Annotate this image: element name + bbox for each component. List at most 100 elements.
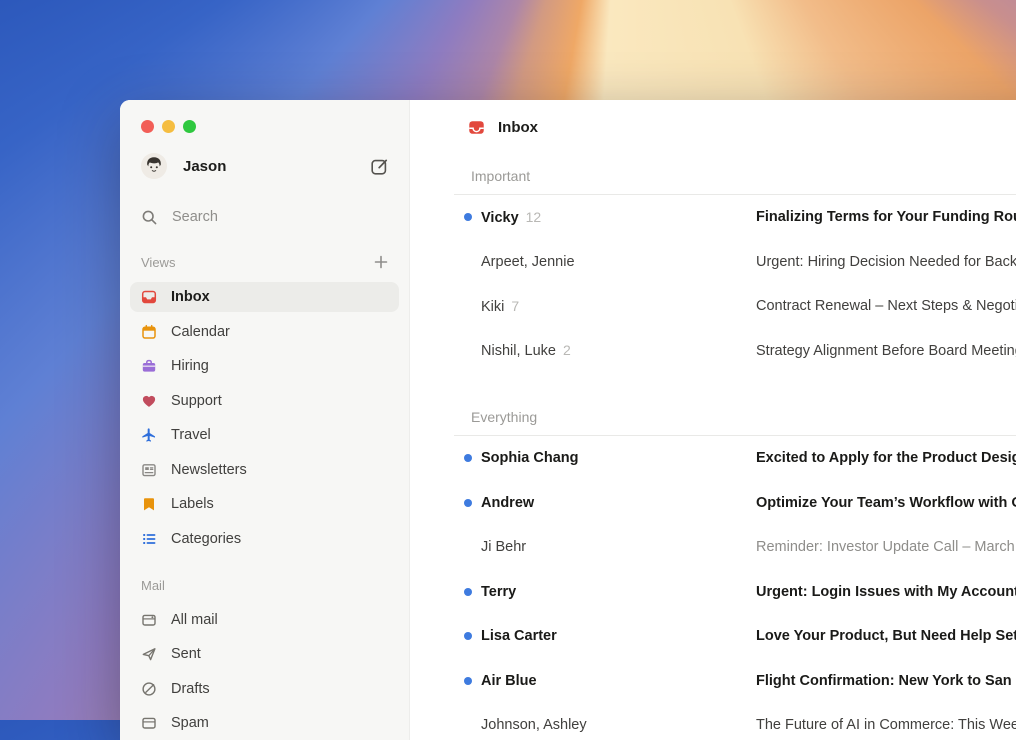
sidebar-item-label: Newsletters	[171, 462, 247, 478]
sidebar-item-label: Hiring	[171, 358, 209, 374]
sidebar-item-all-mail[interactable]: All mail	[130, 605, 399, 635]
email-row[interactable]: Ji Behr Reminder: Investor Update Call –…	[454, 525, 1016, 570]
views-list: Inbox Calendar Hiring	[120, 282, 409, 554]
bookmark-icon	[141, 496, 157, 512]
sidebar-item-label: Categories	[171, 531, 241, 547]
unread-dot-icon	[464, 213, 472, 221]
thread-count: 2	[563, 342, 571, 358]
email-row[interactable]: Kiki7 Contract Renewal – Next Steps & Ne…	[454, 284, 1016, 329]
section-label-important: Important	[471, 166, 1016, 186]
email-sender: Lisa Carter	[481, 628, 756, 644]
unread-dot-icon	[464, 677, 472, 685]
sidebar-item-calendar[interactable]: Calendar	[130, 317, 399, 347]
email-row[interactable]: Arpeet, Jennie Urgent: Hiring Decision N…	[454, 240, 1016, 285]
email-subject: Urgent: Login Issues with My Account	[756, 584, 1016, 600]
sidebar-item-hiring[interactable]: Hiring	[130, 351, 399, 381]
email-sender: Arpeet, Jennie	[481, 254, 756, 270]
email-sender: Ji Behr	[481, 539, 756, 555]
unread-dot-icon	[464, 588, 472, 596]
window-controls	[141, 120, 409, 133]
email-sender: Air Blue	[481, 673, 756, 689]
mail-list: All mail Sent Drafts	[120, 605, 409, 739]
email-row[interactable]: Air Blue Flight Confirmation: New York t…	[454, 659, 1016, 704]
sidebar-item-label: Drafts	[171, 681, 210, 697]
sidebar-item-drafts[interactable]: Drafts	[130, 674, 399, 704]
close-window-button[interactable]	[141, 120, 154, 133]
email-subject: Flight Confirmation: New York to San Fra…	[756, 673, 1016, 689]
avatar-face-icon	[141, 153, 167, 179]
page-title: Inbox	[498, 119, 538, 136]
account-name: Jason	[183, 158, 370, 175]
search-icon	[141, 209, 158, 226]
views-section-header: Views	[141, 252, 389, 272]
unread-dot-icon	[464, 499, 472, 507]
inbox-icon	[141, 289, 157, 305]
sidebar-item-label: Inbox	[171, 289, 210, 305]
paper-plane-icon	[141, 646, 157, 662]
heart-icon	[141, 393, 157, 409]
briefcase-icon	[141, 358, 157, 374]
unread-dot-icon	[464, 454, 472, 462]
unread-dot-icon	[464, 632, 472, 640]
minimize-window-button[interactable]	[162, 120, 175, 133]
email-sender: Terry	[481, 584, 756, 600]
mail-list-pane: Inbox Important Vicky12 Finalizing Terms…	[410, 100, 1016, 740]
email-subject: Reminder: Investor Update Call – March	[756, 539, 1016, 555]
sidebar-item-label: All mail	[171, 612, 218, 628]
section-label-everything: Everything	[471, 407, 1016, 427]
zoom-window-button[interactable]	[183, 120, 196, 133]
add-view-button[interactable]	[373, 254, 389, 270]
email-subject: Optimize Your Team’s Workflow with Our N…	[756, 495, 1016, 511]
newspaper-icon	[141, 462, 157, 478]
email-sender: Sophia Chang	[481, 450, 756, 466]
email-row[interactable]: Nishil, Luke2 Strategy Alignment Before …	[454, 329, 1016, 374]
sidebar-item-label: Sent	[171, 646, 201, 662]
compose-button[interactable]	[370, 157, 389, 176]
sidebar-item-label: Calendar	[171, 324, 230, 340]
pencil-circle-icon	[141, 681, 157, 697]
sidebar-item-sent[interactable]: Sent	[130, 639, 399, 669]
sidebar-item-categories[interactable]: Categories	[130, 524, 399, 554]
sidebar-item-newsletters[interactable]: Newsletters	[130, 455, 399, 485]
email-row[interactable]: Vicky12 Finalizing Terms for Your Fundin…	[454, 195, 1016, 240]
airplane-icon	[141, 427, 157, 443]
sidebar-item-label: Labels	[171, 496, 214, 512]
account-row: Jason	[141, 152, 389, 180]
email-sender: Andrew	[481, 495, 756, 511]
email-sender: Nishil, Luke2	[481, 342, 756, 359]
views-section-label: Views	[141, 255, 373, 270]
email-row[interactable]: Sophia Chang Excited to Apply for the Pr…	[454, 436, 1016, 481]
sidebar-item-labels[interactable]: Labels	[130, 489, 399, 519]
thread-count: 12	[526, 209, 542, 225]
email-subject: Strategy Alignment Before Board Meeting	[756, 343, 1016, 359]
email-row[interactable]: Lisa Carter Love Your Product, But Need …	[454, 614, 1016, 659]
sidebar-item-label: Spam	[171, 715, 209, 731]
sidebar-item-support[interactable]: Support	[130, 386, 399, 416]
email-subject: Contract Renewal – Next Steps & Negotiat…	[756, 298, 1016, 314]
list-icon	[141, 531, 157, 547]
mail-app-window: Jason Search Views	[120, 100, 1016, 740]
mail-stack-icon	[141, 612, 157, 628]
avatar[interactable]	[141, 153, 167, 179]
sidebar-item-spam[interactable]: Spam	[130, 708, 399, 738]
email-row[interactable]: Terry Urgent: Login Issues with My Accou…	[454, 570, 1016, 615]
email-subject: Excited to Apply for the Product Designe…	[756, 450, 1016, 466]
thread-count: 7	[511, 298, 519, 314]
email-subject: Urgent: Hiring Decision Needed for Backe…	[756, 254, 1016, 270]
calendar-icon	[141, 324, 157, 340]
mail-section-label: Mail	[141, 578, 389, 593]
sidebar-item-label: Travel	[171, 427, 211, 443]
sidebar-item-travel[interactable]: Travel	[130, 420, 399, 450]
email-row[interactable]: Andrew Optimize Your Team’s Workflow wit…	[454, 481, 1016, 526]
inbox-header: Inbox	[454, 114, 1016, 140]
email-row[interactable]: Johnson, Ashley The Future of AI in Comm…	[454, 703, 1016, 740]
sidebar-item-label: Support	[171, 393, 222, 409]
search-input[interactable]: Search	[130, 202, 399, 232]
email-subject: Finalizing Terms for Your Funding Round	[756, 209, 1016, 225]
compose-icon	[370, 157, 389, 176]
email-subject: Love Your Product, But Need Help Setting…	[756, 628, 1016, 644]
plus-icon	[373, 254, 389, 270]
email-sender: Kiki7	[481, 298, 756, 315]
sidebar-item-inbox[interactable]: Inbox	[130, 282, 399, 312]
inbox-icon	[468, 119, 485, 136]
